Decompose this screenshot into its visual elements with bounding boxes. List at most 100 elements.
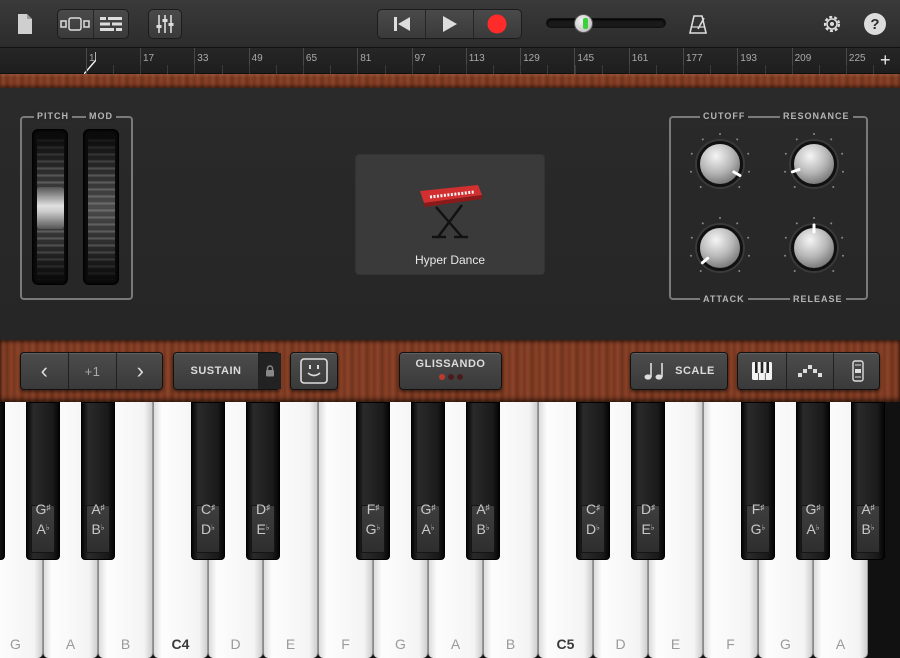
arpeggiator-button[interactable] [786,353,833,389]
black-key[interactable]: F♯ G♭ [741,402,775,560]
black-key[interactable]: A♯ B♭ [466,402,500,560]
ruler-minor-tick [221,65,223,74]
black-key[interactable]: C♯ D♭ [576,402,610,560]
black-key[interactable]: D♯ E♭ [631,402,665,560]
black-key[interactable]: G♯ A♭ [411,402,445,560]
list-view-icon[interactable] [92,10,128,38]
black-key-sharp-label: A♯ [476,501,490,517]
white-key-label: D [615,636,626,652]
octave-value: +1 [68,353,116,389]
scale-button[interactable]: SCALE [630,352,728,390]
metronome-icon[interactable] [686,12,710,36]
white-key-label: A [65,636,76,652]
black-key-sharp-label: C♯ [585,501,601,517]
ruler-minor-tick [194,65,196,74]
play-icon[interactable] [425,10,472,38]
black-key-sharp-label: F♯ [751,501,765,517]
glissando-button[interactable]: GLISSANDO [399,352,502,390]
ruler-tick [86,48,87,74]
sustain-control: SUSTAIN [173,352,281,390]
black-key[interactable]: G♯ A♭ [26,402,60,560]
release-label: RELEASE [790,294,846,304]
black-key[interactable]: A♯ B♭ [81,402,115,560]
ruler-bar-label: 113 [468,53,485,64]
ruler-bar-label: 161 [631,53,649,64]
black-key-sharp-label: D♯ [255,501,271,517]
rewind-icon[interactable] [378,10,425,38]
attack-knob[interactable] [688,216,752,280]
black-key-sharp-label: A♯ [91,501,105,517]
help-icon[interactable]: ? [864,13,886,35]
instrument-panel: PITCH MOD Hyper Dance CUTOFF RESONANCE A… [0,88,900,340]
black-key[interactable]: A♯ B♭ [851,402,885,560]
cutoff-knob[interactable] [688,132,752,196]
black-key-sharp-label: G♯ [805,501,821,517]
keyboard-height-button[interactable] [833,353,881,389]
ruler-minor-tick [493,65,495,74]
ruler-minor-tick [113,65,114,74]
settings-icon[interactable] [820,12,844,36]
wood-trim-top [0,74,900,88]
black-key-flat-label: G♭ [0,520,4,537]
ruler-minor-tick [737,65,739,74]
ruler-bar-label: 177 [686,53,703,64]
help-label: ? [870,15,880,33]
resonance-knob[interactable] [782,132,846,196]
ruler-minor-tick [547,65,549,74]
black-key-flat-label: A♭ [36,521,50,537]
timeline-ruler[interactable]: 1 17 33 49 65 81 97 113 129 145 161 177 193 209 225 + [0,48,900,74]
white-key-label: F [341,636,350,652]
black-key-flat-label: B♭ [861,521,875,537]
ruler-bar-label: 209 [794,53,812,64]
piano-layout-button[interactable] [738,353,786,389]
pitch-wheel-grip[interactable] [37,187,64,229]
piano-keys-icon [752,362,772,380]
mod-wheel-ridges [88,135,115,280]
tracks-view-icon[interactable] [58,10,93,38]
ruler-bar-label: 17 [143,53,155,64]
keyboard-instrument-icon [420,185,482,239]
sustain-button[interactable]: SUSTAIN [174,353,258,389]
arpeggiator-icon [798,365,822,377]
black-key[interactable]: G♯ A♭ [796,402,830,560]
ruler-minor-tick [275,65,277,74]
black-key[interactable]: C♯ D♭ [191,402,225,560]
tempo-slider-track[interactable] [546,18,666,28]
add-section-button[interactable]: + [880,50,891,71]
octave-down-button[interactable]: ‹ [21,353,68,389]
ruler-minor-tick [140,65,142,74]
record-icon[interactable] [472,10,521,38]
document-icon[interactable] [14,12,36,36]
white-key-label: A [450,636,461,652]
black-key-flat-label: D♭ [586,521,600,537]
ruler-bar-label: 65 [305,53,318,64]
black-key[interactable]: D♯ E♭ [246,402,280,560]
sustain-lock-button[interactable] [258,353,281,389]
black-key-flat-label: B♭ [476,521,490,537]
smart-controls-button[interactable] [290,352,338,390]
black-key-flat-label: E♭ [641,521,655,537]
pitch-wheel[interactable] [32,129,68,285]
white-key-label: E [285,636,296,652]
ruler-minor-tick [764,65,766,74]
mod-label: MOD [86,111,116,121]
instrument-selector[interactable]: Hyper Dance [355,154,545,275]
ruler-minor-tick [384,65,386,74]
ruler-minor-tick [574,65,576,74]
mod-wheel[interactable] [83,129,119,285]
mixer-button[interactable] [148,9,182,39]
black-key[interactable]: F♯ G♭ [356,402,390,560]
black-key[interactable]: F♯ G♭ [0,402,5,560]
music-note-icon [644,363,663,380]
tempo-slider-knob[interactable] [574,14,593,33]
octave-up-button[interactable]: › [116,353,164,389]
black-key-sharp-label: F♯ [0,500,4,517]
white-key-label: E [670,636,681,652]
white-key-label: G [10,636,21,652]
ruler-minor-tick [710,65,712,74]
ruler-minor-tick [601,65,603,74]
knob-indicator [812,223,816,234]
release-knob[interactable] [782,216,846,280]
black-key-flat-label: A♭ [421,521,435,537]
black-key-sharp-label: G♯ [35,501,51,517]
